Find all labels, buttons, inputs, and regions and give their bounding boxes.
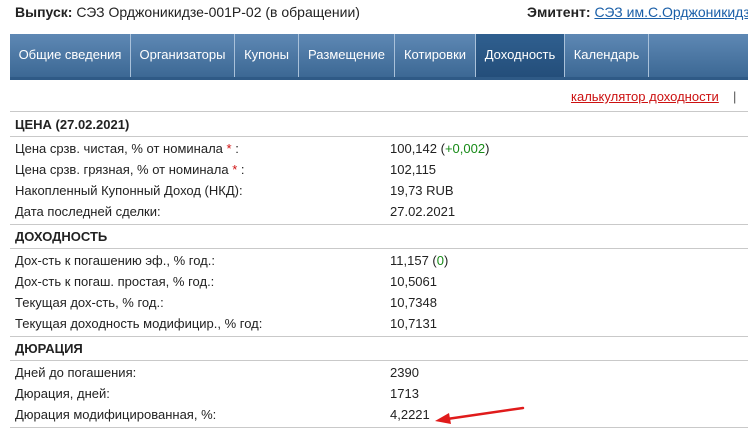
change-value: 0	[436, 253, 444, 268]
divider	[10, 111, 748, 112]
tab-general[interactable]: Общие сведения	[10, 34, 131, 77]
tab-organizers[interactable]: Организаторы	[131, 34, 235, 77]
section-yield-title: ДОХОДНОСТЬ	[15, 229, 108, 244]
label-text: Цена срзв. грязная, % от номинала	[15, 162, 229, 177]
duration-days-label: Дюрация, дней:	[15, 386, 110, 401]
yield-calculator-link[interactable]: калькулятор доходности	[571, 89, 719, 104]
modified-duration-value: 4,2221	[390, 407, 430, 422]
current-yield-label: Текущая дох-сть, % год.:	[15, 295, 164, 310]
divider	[10, 336, 748, 337]
duration-days-value: 1713	[390, 386, 419, 401]
price-dirty-value: 102,115	[390, 162, 437, 177]
divider	[10, 224, 748, 225]
issuer-link[interactable]: СЭЗ им.С.Орджоникидз	[594, 4, 748, 20]
ytm-simple-value: 10,5061	[390, 274, 437, 289]
ytm-effective-value: 11,157 (0)	[390, 253, 449, 268]
required-star: *	[226, 141, 232, 156]
tab-placement[interactable]: Размещение	[299, 34, 395, 77]
issuer-info: Эмитент: СЭЗ им.С.Орджоникидз	[527, 4, 748, 20]
link-separator: |	[733, 89, 737, 104]
issue-value: СЭЗ Орджоникидзе-001Р-02 (в обращении)	[76, 4, 360, 20]
days-to-maturity-value: 2390	[390, 365, 419, 380]
issue-label: Выпуск:	[15, 4, 73, 20]
divider	[10, 360, 748, 361]
value-text: 11,157	[390, 253, 429, 268]
tab-bar: Общие сведения Организаторы Купоны Разме…	[10, 34, 748, 80]
days-to-maturity-label: Дней до погашения:	[15, 365, 137, 380]
tab-calendar[interactable]: Календарь	[565, 34, 649, 77]
accrued-coupon-value: 19,73 RUB	[390, 183, 454, 198]
divider	[10, 248, 748, 249]
last-trade-date-value: 27.02.2021	[390, 204, 456, 219]
label-text: Цена срзв. чистая, % от номинала	[15, 141, 223, 156]
tab-quotes[interactable]: Котировки	[395, 34, 476, 77]
red-arrow-icon	[435, 406, 525, 424]
accrued-coupon-label: Накопленный Купонный Доход (НКД):	[15, 183, 243, 198]
price-dirty-label: Цена срзв. грязная, % от номинала * :	[15, 162, 245, 177]
current-yield-value: 10,7348	[390, 295, 437, 310]
modified-current-yield-label: Текущая доходность модифицир., % год:	[15, 316, 263, 331]
price-clean-label: Цена срзв. чистая, % от номинала * :	[15, 141, 239, 156]
section-duration-title: ДЮРАЦИЯ	[15, 341, 83, 356]
label-colon: :	[235, 141, 239, 156]
required-star: *	[232, 162, 238, 177]
issue-header: Выпуск: СЭЗ Орджоникидзе-001Р-02 (в обра…	[0, 4, 748, 22]
modified-duration-label: Дюрация модифицированная, %:	[15, 407, 217, 422]
change-value: +0,002	[444, 141, 486, 156]
tab-yield[interactable]: Доходность	[476, 34, 565, 77]
issuer-label: Эмитент:	[527, 4, 591, 20]
section-price-title: ЦЕНА (27.02.2021)	[15, 117, 130, 132]
divider	[10, 136, 748, 137]
ytm-simple-label: Дох-сть к погаш. простая, % год.:	[15, 274, 215, 289]
ytm-effective-label: Дох-сть к погашению эф., % год.:	[15, 253, 215, 268]
value-text: 100,142	[390, 141, 437, 156]
tab-coupons[interactable]: Купоны	[235, 34, 299, 77]
last-trade-date-label: Дата последней сделки:	[15, 204, 161, 219]
issue-info: Выпуск: СЭЗ Орджоникидзе-001Р-02 (в обра…	[15, 4, 360, 20]
modified-current-yield-value: 10,7131	[390, 316, 437, 331]
tools-bar: калькулятор доходности |	[0, 86, 748, 108]
label-colon: :	[240, 162, 245, 177]
divider	[10, 427, 748, 428]
price-clean-value: 100,142 (+0,002)	[390, 141, 490, 156]
